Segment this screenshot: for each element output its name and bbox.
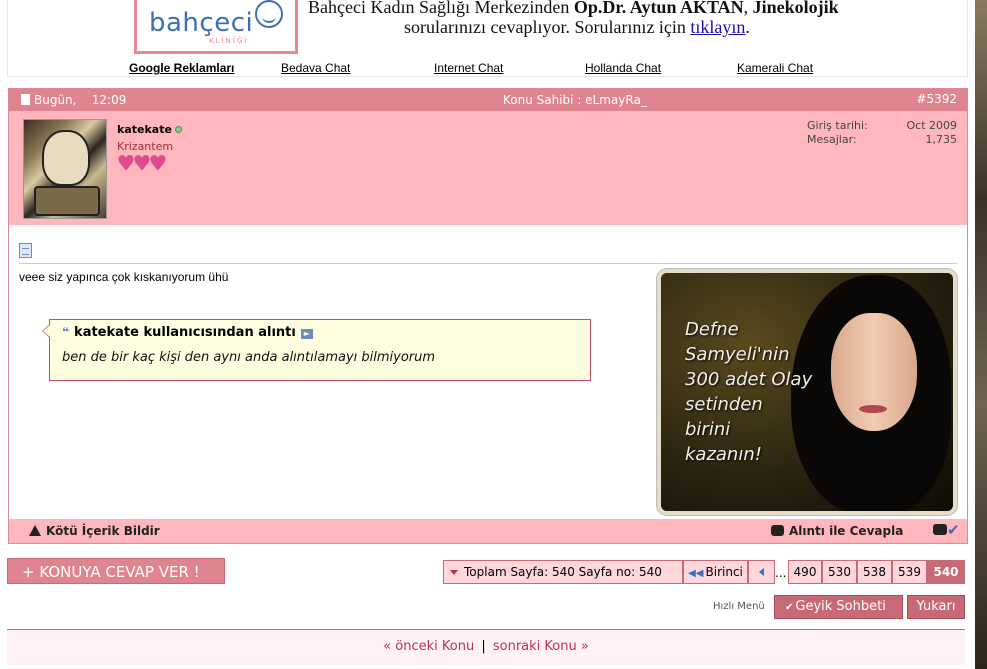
- ad-portrait-face: [831, 313, 917, 431]
- logo-text: bahçeci: [149, 8, 254, 38]
- document-icon: [21, 94, 30, 105]
- header-banner: bahçeci KLİNİĞİ Bahçeci Kadın Sağlığı Me…: [7, 0, 968, 77]
- quick-menu-label: Hızlı Menü: [713, 601, 765, 612]
- user-stats: Giriş tarihi: Oct 2009 Mesajlar: 1,735: [807, 119, 957, 147]
- previous-thread-link[interactable]: « önceki Konu: [383, 639, 474, 654]
- ad-text: Defne Samyeli'nin 300 adet Olay setinden…: [685, 319, 813, 465]
- join-date-value: Oct 2009: [906, 119, 957, 132]
- advertisement-banner[interactable]: Defne Samyeli'nin 300 adet Olay setinden…: [657, 269, 957, 515]
- smile-icon: [255, 0, 283, 28]
- username[interactable]: katekate: [117, 123, 182, 136]
- click-here-link[interactable]: tıklayın: [690, 17, 745, 37]
- post-header: Bugün, 12:09 Konu Sahibi : eLmayRa_ #539…: [9, 89, 967, 111]
- post-footer: Kötü İçerik Bildir Alıntı ile Cevapla ✔: [9, 519, 967, 543]
- previous-page-button[interactable]: [748, 560, 775, 584]
- post-number-link[interactable]: #5392: [916, 92, 957, 106]
- pagination-summary[interactable]: Toplam Sayfa: 540 Sayfa no: 540: [443, 560, 683, 584]
- page-link-530[interactable]: 530: [822, 560, 857, 584]
- page-link-490[interactable]: 490: [788, 560, 822, 584]
- posts-value: 1,735: [925, 133, 958, 146]
- logo-subtext: KLİNİĞİ: [209, 37, 249, 45]
- posts-label: Mesajlar:: [807, 133, 857, 146]
- checkmark-icon: ✔: [785, 602, 794, 613]
- chevron-down-icon: [450, 570, 458, 575]
- multi-quote-button[interactable]: ✔: [933, 521, 961, 539]
- quote-header: ❝ katekate kullanıcısından alıntı ►: [62, 325, 313, 340]
- double-arrow-left-icon: ◀◀: [688, 568, 704, 579]
- header-promo-line1: Bahçeci Kadın Sağlığı Merkezinden Op.Dr.…: [308, 0, 839, 17]
- post-body: veee siz yapınca çok kıskanıyorum ühü ❝ k…: [9, 225, 967, 519]
- checkmark-icon: ✔: [947, 521, 960, 539]
- quote-box: ❝ katekate kullanıcısından alıntı ► ben de…: [42, 319, 591, 381]
- post-date: Bugün, 12:09: [21, 93, 126, 107]
- view-post-icon[interactable]: ►: [300, 329, 313, 339]
- pagination-ellipsis: ...: [775, 566, 787, 580]
- report-post-button[interactable]: Kötü İçerik Bildir: [29, 524, 160, 538]
- avatar[interactable]: [23, 119, 107, 219]
- online-status-icon: [174, 126, 182, 133]
- heart-icon: ♥: [148, 151, 167, 175]
- post-divider: [19, 263, 957, 264]
- arrow-left-icon: [759, 568, 764, 576]
- multi-quote-bubble-icon: [933, 524, 947, 535]
- ad-portrait-lips: [859, 405, 887, 413]
- quote-reply-button[interactable]: Alıntı ile Cevapla: [771, 524, 903, 538]
- quick-menu-select[interactable]: ✔ Geyik Sohbeti: [774, 595, 903, 619]
- ad-link-hollanda-chat[interactable]: Hollanda Chat: [585, 61, 661, 75]
- ad-links-bar: Google Reklamları Bedava Chat Internet C…: [8, 61, 969, 77]
- thread-nav-links: « önceki Konu | sonraki Konu »: [7, 639, 965, 654]
- current-page-540: 540: [927, 560, 965, 584]
- forum-post: Bugün, 12:09 Konu Sahibi : eLmayRa_ #539…: [8, 88, 968, 544]
- page-link-538[interactable]: 538: [857, 560, 892, 584]
- reputation-hearts: ♥♥♥: [117, 151, 167, 175]
- user-info-bar: katekate Krizantem ♥♥♥ Giriş tarihi: Oct …: [9, 111, 967, 225]
- google-ads-link[interactable]: Google Reklamları: [129, 61, 234, 75]
- reply-to-thread-button[interactable]: + KONUYA CEVAP VER !: [7, 558, 225, 584]
- ad-link-bedava-chat[interactable]: Bedava Chat: [281, 61, 350, 75]
- page-edge-strip: [975, 0, 987, 669]
- post-message: veee siz yapınca çok kıskanıyorum ühü: [19, 270, 229, 284]
- next-thread-link[interactable]: sonraki Konu »: [493, 639, 589, 654]
- speech-bubble-icon: [771, 525, 784, 536]
- ad-link-kamerali-chat[interactable]: Kamerali Chat: [737, 61, 813, 75]
- header-promo-line2: sorularınızı cevaplıyor. Sorularınız içi…: [404, 17, 750, 37]
- clinic-logo[interactable]: bahçeci KLİNİĞİ: [134, 0, 298, 54]
- post-document-icon: [19, 243, 32, 258]
- page-link-539[interactable]: 539: [892, 560, 927, 584]
- first-page-button[interactable]: ◀◀ Birinci: [683, 560, 748, 584]
- quote-text: ben de bir kaç kişi den aynı anda alıntı…: [62, 350, 436, 365]
- thread-navigation: « önceki Konu | sonraki Konu »: [7, 629, 965, 665]
- join-date-label: Giriş tarihi:: [807, 119, 868, 132]
- back-to-top-button[interactable]: Yukarı: [907, 595, 965, 619]
- warning-icon: [29, 525, 41, 536]
- quote-pointer: [42, 324, 50, 338]
- thread-owner: Konu Sahibi : eLmayRa_: [503, 93, 647, 107]
- quote-icon: ❝: [62, 325, 70, 339]
- ad-link-internet-chat[interactable]: Internet Chat: [434, 61, 503, 75]
- nav-separator: |: [481, 639, 486, 654]
